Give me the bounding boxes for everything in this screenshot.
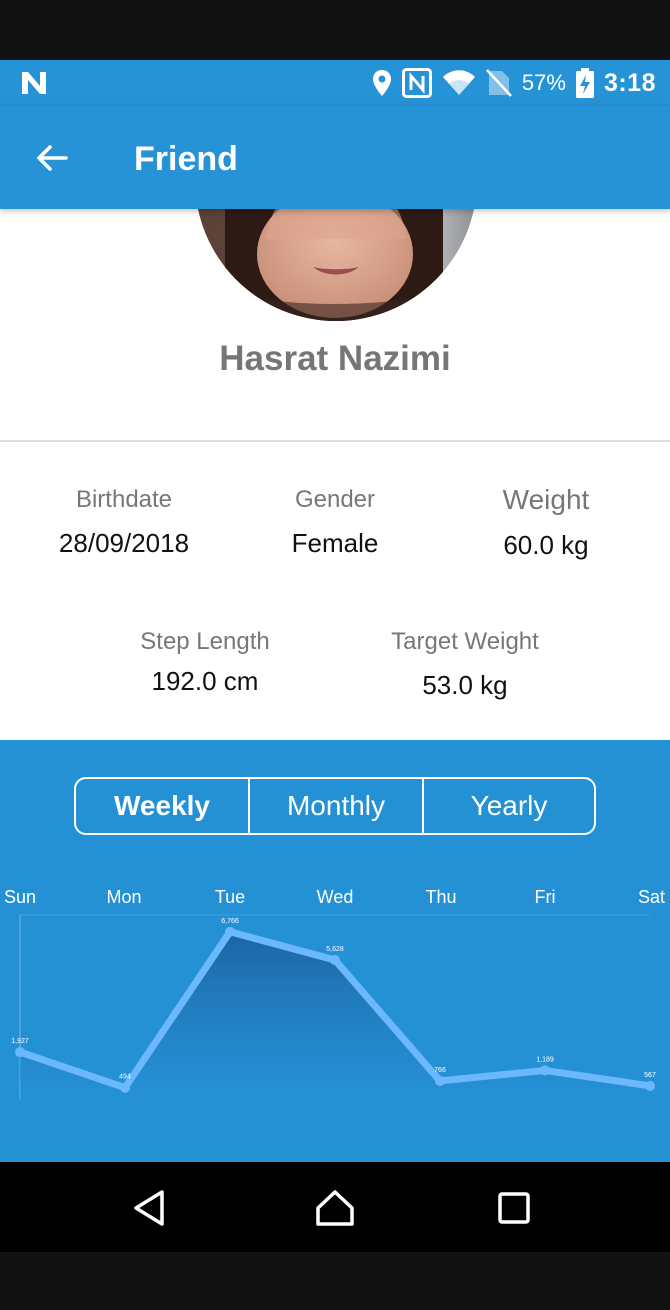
data-value-label: 766 <box>434 1067 446 1074</box>
data-point <box>330 955 340 966</box>
home-icon[interactable] <box>313 1186 357 1230</box>
period-segmented-control: Weekly Monthly Yearly <box>74 777 596 835</box>
page-title: Friend <box>134 140 238 178</box>
clock: 3:18 <box>603 68 656 97</box>
x-tick-label: Wed <box>317 887 354 907</box>
data-value-label: 567 <box>644 1072 656 1079</box>
nfc-icon <box>401 68 432 98</box>
target-weight-field: Target Weight 53.0 kg <box>355 628 575 701</box>
step-length-field: Step Length 192.0 cm <box>95 628 315 697</box>
data-value-label: 5,628 <box>326 946 344 953</box>
system-nav-bar <box>0 1162 670 1252</box>
bottom-black-area <box>0 1252 670 1310</box>
app-bar: Friend <box>0 106 670 209</box>
weight-label: Weight <box>502 484 590 515</box>
tab-weekly[interactable]: Weekly <box>76 779 248 833</box>
x-tick-label: Mon <box>106 887 141 907</box>
data-point <box>120 1082 130 1093</box>
weight-value: 60.0 kg <box>503 530 589 560</box>
data-point <box>645 1080 655 1091</box>
birthdate-field: Birthdate 28/09/2018 <box>14 486 234 559</box>
data-value-label: 1,189 <box>536 1056 554 1063</box>
data-point <box>15 1047 25 1058</box>
no-sim-icon <box>485 69 512 97</box>
step-length-value: 192.0 cm <box>151 666 259 696</box>
x-tick-label: Fri <box>535 887 556 907</box>
top-black-area <box>0 0 670 60</box>
avatar[interactable] <box>195 209 477 321</box>
back-triangle-icon[interactable] <box>128 1186 172 1230</box>
target-weight-value: 53.0 kg <box>422 670 508 700</box>
battery-charging-icon <box>575 68 594 98</box>
x-tick-label: Thu <box>425 887 456 907</box>
data-value-label: 1,927 <box>11 1038 29 1045</box>
profile-name: Hasrat Nazimi <box>219 339 451 378</box>
recents-square-icon[interactable] <box>492 1186 536 1230</box>
x-tick-label: Sat <box>638 887 665 907</box>
status-bar: 57% 3:18 <box>0 60 670 106</box>
data-value-label: 6,766 <box>221 918 239 925</box>
data-point <box>435 1075 445 1086</box>
tab-monthly[interactable]: Monthly <box>248 779 422 833</box>
weekly-steps-chart: Sun Mon Tue Wed Thu Fri Sat 1,927 494 6,766 5,628 7… <box>4 887 665 1100</box>
birthdate-value: 28/09/2018 <box>58 528 190 558</box>
birthdate-label: Birthdate <box>75 486 173 513</box>
x-tick-label: Sun <box>4 887 36 907</box>
tab-yearly[interactable]: Yearly <box>422 779 594 833</box>
n-logo-icon <box>22 72 46 94</box>
gender-field: Gender Female <box>225 486 445 559</box>
gender-label: Gender <box>294 486 376 513</box>
wifi-icon <box>442 70 475 95</box>
data-point <box>225 926 235 937</box>
step-length-label: Step Length <box>140 628 270 655</box>
x-tick-label: Tue <box>215 887 245 907</box>
details-section: Birthdate 28/09/2018 Gender Female Weigh… <box>0 442 670 740</box>
profile-header: Hasrat Nazimi <box>0 209 670 441</box>
data-value-label: 494 <box>119 1074 131 1081</box>
gender-value: Female <box>291 528 379 558</box>
steps-stats-panel: Weekly Monthly Yearly Sun Mon Tue Wed Thu Fri… <box>0 740 670 1162</box>
weight-field: Weight 60.0 kg <box>436 484 656 561</box>
data-point <box>540 1065 550 1076</box>
location-icon <box>372 70 391 96</box>
arrow-left-icon[interactable] <box>34 140 70 176</box>
battery-percent: 57% <box>521 70 566 95</box>
target-weight-label: Target Weight <box>391 628 539 655</box>
